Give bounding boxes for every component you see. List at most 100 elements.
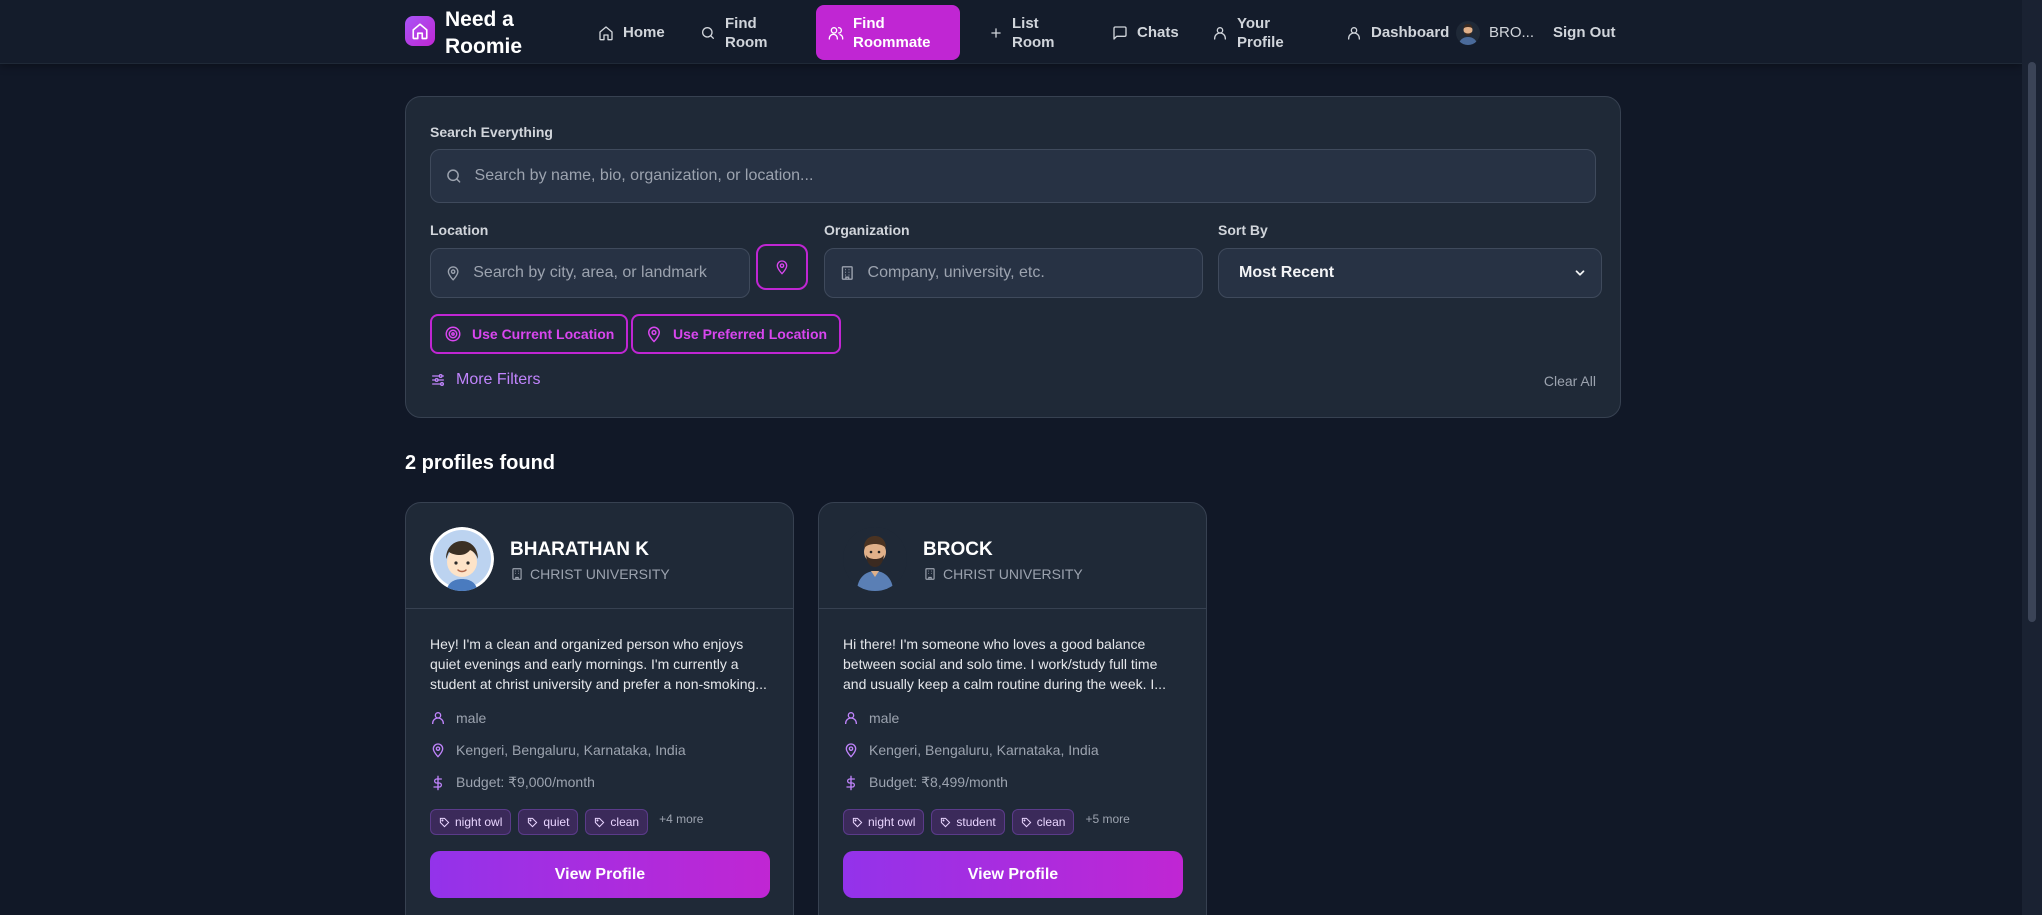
profile-gender: male	[843, 710, 899, 726]
location-input[interactable]	[473, 264, 735, 282]
organization-label: Organization	[824, 222, 910, 238]
nav-chats[interactable]: Chats	[1100, 5, 1191, 60]
building-icon	[512, 568, 522, 580]
profile-gender: male	[430, 710, 486, 726]
search-icon	[447, 169, 461, 183]
more-tags: +4 more	[659, 812, 704, 826]
use-preferred-location-label: Use Preferred Location	[673, 326, 828, 342]
tag-label: clean	[1036, 815, 1066, 829]
search-label: Search Everything	[430, 124, 553, 140]
clear-all-button[interactable]: Clear All	[1544, 373, 1596, 389]
tag-label: student	[956, 815, 996, 829]
tag: night owl	[430, 809, 512, 835]
map-pin-icon	[432, 743, 444, 758]
user-menu[interactable]: BRO...	[1444, 5, 1546, 60]
nav-chats-label: Chats	[1137, 24, 1179, 41]
page-scrollbar[interactable]	[2022, 0, 2042, 915]
profile-tags: night owl quiet clean +4 more	[430, 809, 703, 835]
nav-find-room[interactable]: Find Room	[688, 5, 792, 60]
profile-card: BHARATHAN K CHRIST UNIVERSITY Hey! I'm a…	[405, 502, 794, 915]
organization-input[interactable]	[867, 264, 1188, 282]
more-tags: +5 more	[1085, 812, 1130, 826]
chevron-down-icon	[1575, 270, 1585, 276]
profile-organization: CHRIST UNIVERSITY	[510, 566, 670, 582]
profile-bio: Hey! I'm a clean and organized person wh…	[430, 636, 767, 692]
nav-your-profile[interactable]: Your Profile	[1200, 5, 1312, 60]
results-count: 2 profiles found	[405, 452, 555, 474]
sign-out-label: Sign Out	[1553, 24, 1616, 41]
avatar[interactable]	[430, 527, 494, 591]
brand-logo[interactable]: Need a Roomie	[405, 6, 535, 60]
brand-name: Need a Roomie	[445, 8, 523, 58]
top-navbar: Need a Roomie Home Find Room Find Roomma…	[0, 0, 2022, 64]
location-field[interactable]	[430, 248, 750, 298]
profile-card-header: BROCK CHRIST UNIVERSITY	[819, 503, 1206, 609]
tag: quiet	[518, 809, 579, 835]
profile-location-label: Kengeri, Bengaluru, Karnataka, India	[869, 742, 1099, 758]
dollar-icon	[846, 775, 855, 790]
sign-out-button[interactable]: Sign Out	[1541, 5, 1628, 60]
profile-card: BROCK CHRIST UNIVERSITY Hi there! I'm so…	[818, 502, 1207, 915]
profile-location: Kengeri, Bengaluru, Karnataka, India	[430, 742, 686, 758]
search-icon	[702, 26, 714, 39]
map-pin-icon	[447, 266, 459, 281]
nav-home-label: Home	[623, 24, 665, 41]
scrollbar-thumb[interactable]	[2028, 62, 2036, 622]
profile-gender-label: male	[869, 710, 900, 726]
nav-dashboard[interactable]: Dashboard	[1334, 5, 1461, 60]
building-icon	[925, 568, 935, 580]
tag-label: clean	[610, 815, 640, 829]
avatar[interactable]	[843, 527, 907, 591]
location-label: Location	[430, 222, 489, 238]
tag-icon	[852, 817, 863, 827]
nav-your-profile-label: Your Profile	[1237, 14, 1284, 51]
view-profile-button[interactable]: View Profile	[430, 851, 770, 898]
profile-card-header: BHARATHAN K CHRIST UNIVERSITY	[406, 503, 793, 609]
profile-bio: Hi there! I'm someone who loves a good b…	[843, 636, 1166, 692]
nav-find-room-label: Find Room	[725, 14, 768, 51]
sort-value: Most Recent	[1239, 264, 1335, 281]
search-input[interactable]	[474, 167, 1581, 185]
home-icon	[599, 25, 613, 40]
users-icon	[828, 26, 844, 40]
search-field[interactable]	[430, 149, 1596, 203]
user-icon	[845, 712, 857, 724]
view-profile-button[interactable]: View Profile	[843, 851, 1183, 898]
location-pin-button[interactable]	[756, 244, 808, 290]
profile-budget: Budget: ₹9,000/month	[430, 774, 595, 791]
sort-select[interactable]: Most Recent	[1218, 248, 1602, 298]
nav-list-room-label: List Room	[1012, 14, 1055, 51]
sort-label: Sort By	[1218, 222, 1268, 238]
chat-icon	[1113, 25, 1127, 40]
nav-find-roommate-label: Find Roommate	[853, 14, 931, 51]
more-filters-button[interactable]: More Filters	[430, 371, 540, 389]
tag-label: night owl	[455, 815, 503, 829]
search-filters-panel: Search Everything Location Organization …	[405, 96, 1621, 418]
tag-icon	[941, 817, 951, 827]
building-icon	[841, 266, 853, 280]
map-pin-icon	[776, 260, 788, 275]
profile-budget: Budget: ₹8,499/month	[843, 774, 1008, 791]
home-logo-icon	[405, 16, 435, 46]
profile-tags: night owl student clean +5 more	[843, 809, 1130, 835]
plus-icon	[991, 27, 1001, 38]
nav-list-room[interactable]: List Room	[977, 5, 1081, 60]
use-current-location-button[interactable]: Use Current Location	[430, 314, 629, 354]
tag-label: night owl	[868, 815, 916, 829]
dollar-icon	[433, 775, 442, 790]
nav-find-roommate[interactable]: Find Roommate	[816, 5, 960, 60]
user-icon	[432, 712, 444, 724]
sliders-icon	[432, 374, 444, 386]
tag: clean	[1011, 809, 1075, 835]
nav-home[interactable]: Home	[586, 5, 677, 60]
map-pin-icon	[647, 326, 661, 343]
profile-organization: CHRIST UNIVERSITY	[923, 566, 1083, 582]
user-icon	[1348, 26, 1360, 40]
user-name: BRO...	[1489, 24, 1535, 41]
organization-field[interactable]	[824, 248, 1203, 298]
profile-organization-label: CHRIST UNIVERSITY	[530, 566, 670, 582]
profile-name: BROCK	[923, 539, 993, 560]
avatar	[1456, 20, 1480, 45]
profile-location: Kengeri, Bengaluru, Karnataka, India	[843, 742, 1099, 758]
use-preferred-location-button[interactable]: Use Preferred Location	[631, 314, 842, 354]
